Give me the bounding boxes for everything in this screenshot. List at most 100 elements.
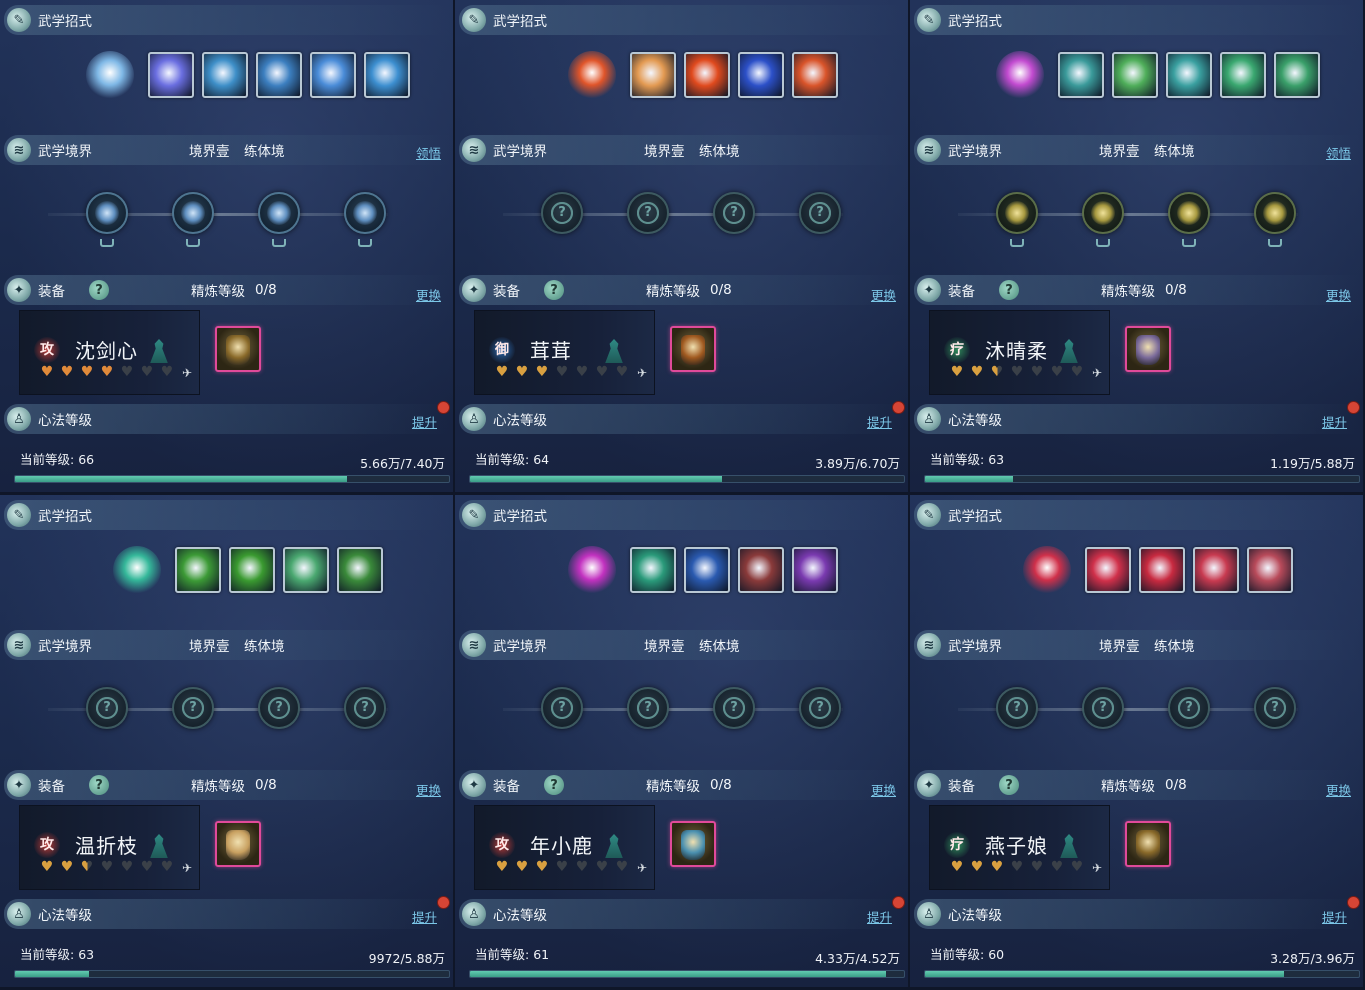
skill-icon[interactable] xyxy=(1247,547,1293,593)
help-icon[interactable]: ? xyxy=(999,280,1019,300)
character-card[interactable]: 攻 年小鹿 ♥ ♥ ♥ ♥ ♥ ♥ ♥ ✈ xyxy=(474,805,655,890)
equipment-slot[interactable] xyxy=(215,821,261,867)
sword-icon: ✎ xyxy=(7,503,31,527)
skill-icon[interactable] xyxy=(792,547,838,593)
equipment-slot[interactable] xyxy=(215,326,261,372)
locked-realm-node[interactable]: ? xyxy=(172,687,214,729)
mind-header-title: 心法等级 xyxy=(493,413,547,429)
locked-realm-node[interactable]: ? xyxy=(258,687,300,729)
character-card[interactable]: 攻 沈剑心 ♥ ♥ ♥ ♥ ♥ ♥ ♥ ✈ xyxy=(19,310,200,395)
main-skill-icon[interactable] xyxy=(1023,546,1071,594)
skill-icon[interactable] xyxy=(1058,52,1104,98)
realm-node[interactable] xyxy=(1082,192,1124,247)
help-icon[interactable]: ? xyxy=(999,775,1019,795)
main-skill-icon[interactable] xyxy=(568,51,616,99)
skill-icon[interactable] xyxy=(738,52,784,98)
replace-link[interactable]: 更换 xyxy=(1326,285,1351,304)
heart-empty-icon: ♥ xyxy=(120,364,135,380)
locked-realm-node[interactable]: ? xyxy=(541,687,583,729)
comprehend-link[interactable]: 领悟 xyxy=(416,143,441,162)
character-card[interactable]: 攻 温折枝 ♥ ♥ ♥ ♥ ♥ ♥ ♥ ✈ xyxy=(19,805,200,890)
skill-icon[interactable] xyxy=(630,52,676,98)
main-skill-icon[interactable] xyxy=(996,51,1044,99)
replace-link[interactable]: 更换 xyxy=(871,285,896,304)
realm-stage: 境界壹 xyxy=(1099,639,1140,655)
skill-icon[interactable] xyxy=(1085,547,1131,593)
realm-node[interactable] xyxy=(86,192,128,247)
help-icon[interactable]: ? xyxy=(89,280,109,300)
skill-icon[interactable] xyxy=(364,52,410,98)
mind-header-title: 心法等级 xyxy=(493,908,547,924)
skill-icon[interactable] xyxy=(148,52,194,98)
armor-icon xyxy=(226,335,250,365)
locked-realm-node[interactable]: ? xyxy=(799,687,841,729)
main-skill-icon[interactable] xyxy=(568,546,616,594)
locked-realm-node[interactable]: ? xyxy=(1082,687,1124,729)
realm-node[interactable] xyxy=(1168,192,1210,247)
skill-icon[interactable] xyxy=(1193,547,1239,593)
upgrade-link[interactable]: 提升 xyxy=(867,412,892,431)
replace-link[interactable]: 更换 xyxy=(416,285,441,304)
skill-icon[interactable] xyxy=(684,52,730,98)
locked-realm-node[interactable]: ? xyxy=(799,192,841,234)
replace-link[interactable]: 更换 xyxy=(416,780,441,799)
skill-icon[interactable] xyxy=(283,547,329,593)
help-icon[interactable]: ? xyxy=(544,280,564,300)
locked-realm-node[interactable]: ? xyxy=(541,192,583,234)
skill-icon[interactable] xyxy=(630,547,676,593)
comprehend-link[interactable]: 领悟 xyxy=(1326,143,1351,162)
equipment-slot[interactable] xyxy=(670,821,716,867)
skill-icon[interactable] xyxy=(684,547,730,593)
skill-icon[interactable] xyxy=(337,547,383,593)
locked-realm-node[interactable]: ? xyxy=(713,687,755,729)
current-level: 当前等级: 63 xyxy=(20,947,95,962)
locked-realm-node[interactable]: ? xyxy=(996,687,1038,729)
locked-realm-node[interactable]: ? xyxy=(86,687,128,729)
role-badge: 疗 xyxy=(944,337,970,363)
skill-icon[interactable] xyxy=(792,52,838,98)
realm-node[interactable] xyxy=(1254,192,1296,247)
character-card[interactable]: 御 茸茸 ♥ ♥ ♥ ♥ ♥ ♥ ♥ ✈ xyxy=(474,310,655,395)
skill-icon[interactable] xyxy=(1274,52,1320,98)
locked-realm-node[interactable]: ? xyxy=(344,687,386,729)
upgrade-link[interactable]: 提升 xyxy=(1322,907,1347,926)
equipment-slot[interactable] xyxy=(1125,326,1171,372)
realm-node[interactable] xyxy=(344,192,386,247)
main-skill-icon[interactable] xyxy=(86,51,134,99)
replace-link[interactable]: 更换 xyxy=(871,780,896,799)
skill-icon[interactable] xyxy=(1112,52,1158,98)
skill-icon[interactable] xyxy=(175,547,221,593)
skill-icon[interactable] xyxy=(256,52,302,98)
skill-icon[interactable] xyxy=(1139,547,1185,593)
heart-empty-icon: ♥ xyxy=(120,859,135,875)
skill-icon[interactable] xyxy=(738,547,784,593)
equipment-slot[interactable] xyxy=(670,326,716,372)
character-card[interactable]: 疗 沐晴柔 ♥ ♥ ♥ ♥ ♥ ♥ ♥ ✈ xyxy=(929,310,1110,395)
main-skill-icon[interactable] xyxy=(113,546,161,594)
realm-node[interactable] xyxy=(172,192,214,247)
realm-node[interactable] xyxy=(258,192,300,247)
upgrade-link[interactable]: 提升 xyxy=(412,907,437,926)
locked-realm-node[interactable]: ? xyxy=(627,192,669,234)
upgrade-link[interactable]: 提升 xyxy=(1322,412,1347,431)
skill-icon[interactable] xyxy=(229,547,275,593)
replace-link[interactable]: 更换 xyxy=(1326,780,1351,799)
experience-bar xyxy=(469,970,905,978)
help-icon[interactable]: ? xyxy=(89,775,109,795)
locked-realm-node[interactable]: ? xyxy=(713,192,755,234)
locked-realm-node[interactable]: ? xyxy=(1254,687,1296,729)
locked-realm-node[interactable]: ? xyxy=(627,687,669,729)
skill-icon[interactable] xyxy=(310,52,356,98)
equipment-slot[interactable] xyxy=(1125,821,1171,867)
skill-icon[interactable] xyxy=(1220,52,1266,98)
locked-realm-node[interactable]: ? xyxy=(1168,687,1210,729)
skill-icon[interactable] xyxy=(202,52,248,98)
upgrade-link[interactable]: 提升 xyxy=(412,412,437,431)
skill-icon[interactable] xyxy=(1166,52,1212,98)
role-badge: 御 xyxy=(489,337,515,363)
realm-node[interactable] xyxy=(996,192,1038,247)
heart-full-icon: ♥ xyxy=(80,364,95,380)
character-card[interactable]: 疗 燕子娘 ♥ ♥ ♥ ♥ ♥ ♥ ♥ ✈ xyxy=(929,805,1110,890)
help-icon[interactable]: ? xyxy=(544,775,564,795)
upgrade-link[interactable]: 提升 xyxy=(867,907,892,926)
